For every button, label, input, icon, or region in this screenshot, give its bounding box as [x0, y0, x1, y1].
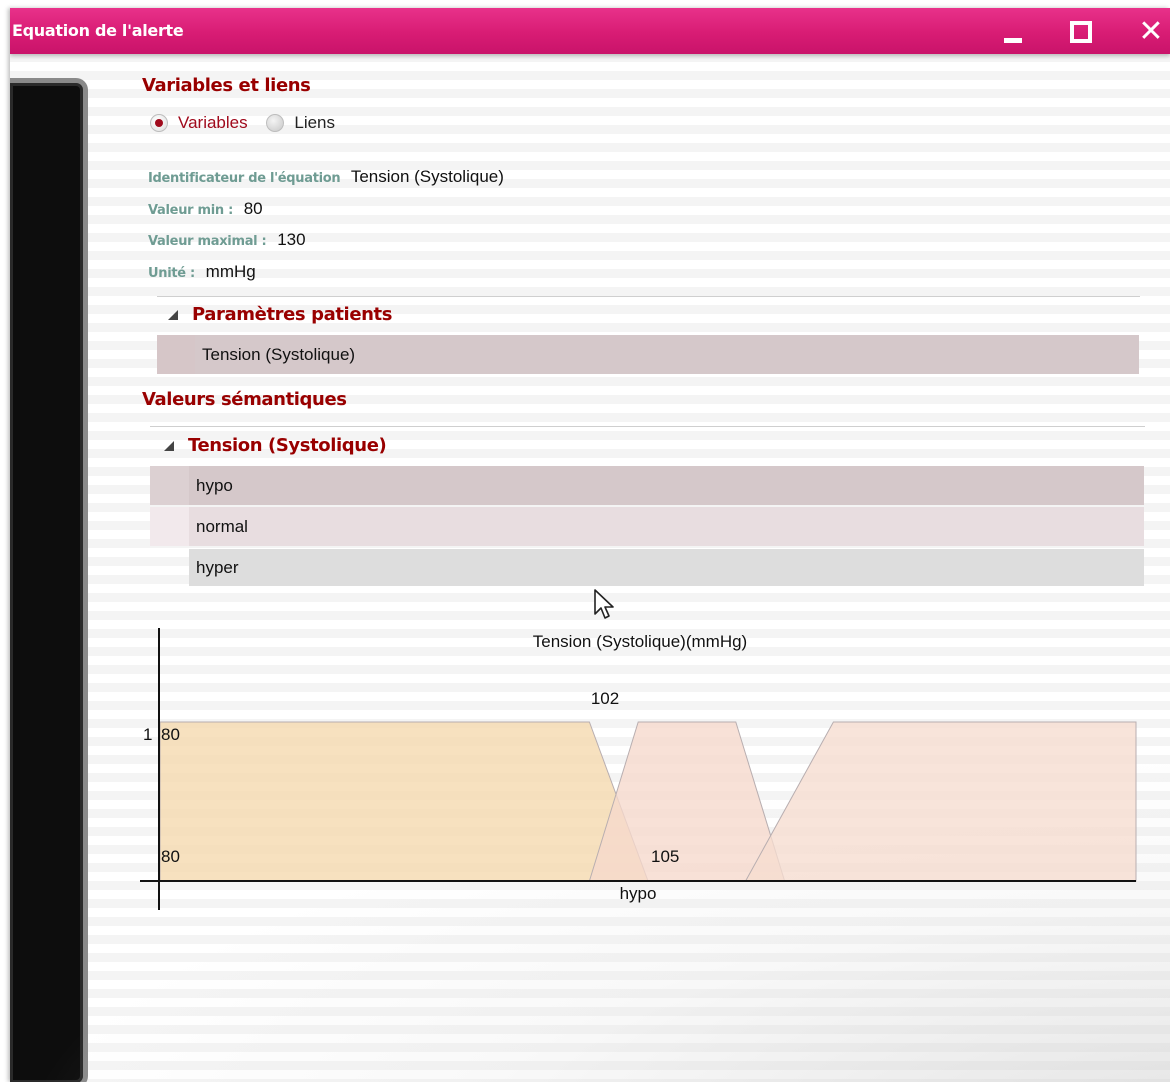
annotation-bottom-center: 105 — [651, 847, 679, 866]
membership-series-0 — [159, 721, 649, 882]
mouse-cursor-icon — [594, 589, 614, 619]
chart-title: Tension (Systolique)(mmHg) — [533, 632, 747, 651]
annotation-top-center: 102 — [591, 689, 619, 708]
annotation-top-left: 80 — [161, 725, 180, 744]
membership-series-1 — [588, 721, 786, 882]
membership-chart: Tension (Systolique)(mmHg) 102 1 80 80 1… — [140, 628, 1137, 910]
annotation-bottom-left: 80 — [161, 847, 180, 866]
y-tick-label: 1 — [143, 725, 152, 744]
chart-series-group — [159, 721, 1137, 882]
membership-series-2 — [744, 721, 1137, 882]
x-axis-label: hypo — [620, 884, 657, 903]
